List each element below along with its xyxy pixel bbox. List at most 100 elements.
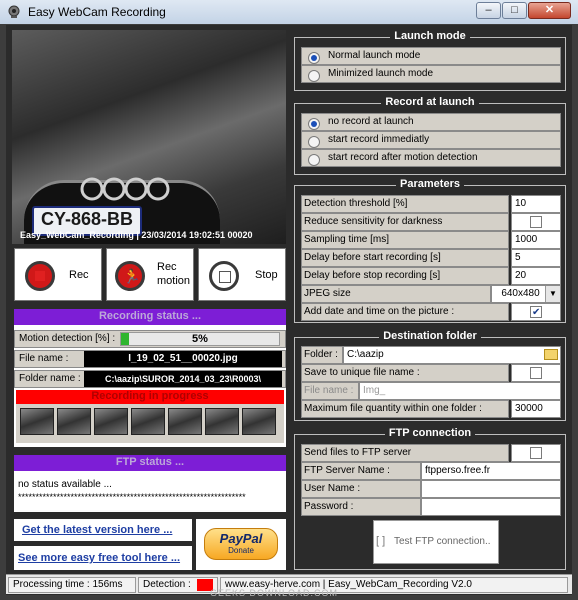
delay-start-row: Delay before start recording [s] bbox=[301, 249, 509, 267]
radio-icon[interactable] bbox=[308, 136, 320, 148]
ftp-server-row: FTP Server Name : bbox=[301, 462, 421, 480]
recording-status-header: Recording status ... bbox=[14, 309, 286, 325]
motion-record-icon: 🏃 bbox=[115, 261, 145, 291]
ftp-password-input[interactable] bbox=[421, 498, 561, 516]
reduce-sensitivity-checkbox[interactable] bbox=[530, 216, 542, 228]
jpeg-size-label: JPEG size bbox=[304, 288, 351, 299]
svg-text:🏃: 🏃 bbox=[123, 268, 140, 285]
radio-icon[interactable] bbox=[308, 154, 320, 166]
record-option-immediately-label: start record immediatly bbox=[328, 134, 430, 145]
app-window: Easy WebCam Recording – □ ✕ CY-868-BB Ea… bbox=[0, 0, 578, 600]
close-button[interactable]: ✕ bbox=[528, 2, 571, 19]
ftp-connection-group: FTP connection Send files to FTP server … bbox=[294, 427, 566, 570]
max-quantity-label: Maximum file quantity within one folder … bbox=[304, 403, 482, 414]
test-ftp-button[interactable]: [ ] Test FTP connection.. bbox=[373, 520, 499, 564]
record-option-motion[interactable]: start record after motion detection bbox=[301, 149, 561, 167]
title-bar: Easy WebCam Recording – □ ✕ bbox=[0, 0, 578, 24]
ftp-status-header: FTP status ... bbox=[14, 455, 286, 471]
latest-version-box: Get the latest version here ... bbox=[14, 519, 192, 541]
unique-name-cell bbox=[511, 364, 561, 382]
send-ftp-checkbox[interactable] bbox=[530, 447, 542, 459]
jpeg-size-select[interactable]: 640x480 ▼ bbox=[491, 285, 561, 303]
detection-threshold-row: Detection threshold [%] bbox=[301, 195, 509, 213]
ftp-server-input[interactable]: ftpperso.free.fr bbox=[421, 462, 561, 480]
destination-folder-group: Destination folder Folder : C:\aazip Sav… bbox=[294, 330, 566, 421]
rec-motion-button[interactable]: 🏃 Rec motion bbox=[106, 248, 194, 301]
filename-row: File name : bbox=[301, 382, 359, 400]
filename-input[interactable]: Img_ bbox=[359, 382, 561, 400]
add-datetime-checkbox[interactable] bbox=[530, 305, 542, 320]
paypal-donate-button[interactable]: PayPal Donate bbox=[204, 528, 278, 560]
thumbnail bbox=[20, 408, 54, 435]
send-ftp-row: Send files to FTP server bbox=[301, 444, 509, 462]
camera-overlay-text: Easy_WebCam_Recording | 23/03/2014 19:02… bbox=[20, 230, 253, 240]
launch-option-normal[interactable]: Normal launch mode bbox=[301, 47, 561, 65]
sampling-time-label: Sampling time [ms] bbox=[304, 234, 390, 245]
launch-option-minimized[interactable]: Minimized launch mode bbox=[301, 65, 561, 83]
watermark: GEEKS DOWNLOAD.COM bbox=[210, 588, 339, 598]
rec-label: Rec bbox=[69, 269, 89, 281]
unique-name-row: Save to unique file name : bbox=[301, 364, 509, 382]
launch-option-normal-label: Normal launch mode bbox=[328, 50, 421, 61]
folder-input[interactable]: C:\aazip bbox=[343, 346, 561, 364]
detection-threshold-label: Detection threshold [%] bbox=[304, 198, 408, 209]
radio-icon[interactable] bbox=[308, 118, 320, 130]
thumbnail bbox=[57, 408, 91, 435]
add-datetime-cell bbox=[511, 303, 561, 321]
jpeg-size-row: JPEG size bbox=[301, 285, 491, 303]
ftp-password-label: Password : bbox=[304, 501, 354, 512]
reduce-sensitivity-label: Reduce sensitivity for darkness bbox=[304, 216, 443, 227]
sampling-time-row: Sampling time [ms] bbox=[301, 231, 509, 249]
minimize-button[interactable]: – bbox=[476, 2, 501, 19]
ftp-user-input[interactable] bbox=[421, 480, 561, 498]
delay-stop-row: Delay before stop recording [s] bbox=[301, 267, 509, 285]
unique-name-checkbox[interactable] bbox=[530, 367, 542, 379]
ftp-user-label: User Name : bbox=[304, 483, 361, 494]
record-option-immediately[interactable]: start record immediatly bbox=[301, 131, 561, 149]
max-quantity-input[interactable]: 30000 bbox=[511, 400, 561, 418]
radio-icon[interactable] bbox=[308, 70, 320, 82]
launch-mode-title: Launch mode bbox=[390, 30, 470, 42]
detection-indicator: Detection : bbox=[138, 577, 218, 593]
stop-button[interactable]: Stop bbox=[198, 248, 286, 301]
detection-threshold-input[interactable]: 10 bbox=[511, 195, 561, 213]
record-option-none[interactable]: no record at launch bbox=[301, 113, 561, 131]
sampling-time-input[interactable]: 1000 bbox=[511, 231, 561, 249]
maximize-button[interactable]: □ bbox=[502, 2, 527, 19]
motion-value: 5% bbox=[192, 333, 208, 345]
file-label: File name : bbox=[19, 353, 69, 364]
paypal-brand: PayPal bbox=[219, 531, 263, 546]
record-at-launch-group: Record at launch no record at launch sta… bbox=[294, 96, 566, 175]
folder-label: Folder : bbox=[304, 349, 338, 360]
rec-button[interactable]: Rec bbox=[14, 248, 102, 301]
folder-value: C:\aazip\SUROR_2014_03_23\R0003\ bbox=[84, 371, 282, 387]
thumbnail-strip: Recording in progress bbox=[16, 390, 284, 443]
ftp-status-text: no status available ... bbox=[18, 479, 112, 490]
thumbnails bbox=[20, 408, 280, 436]
delay-stop-input[interactable]: 20 bbox=[511, 267, 561, 285]
thumbnail bbox=[168, 408, 202, 435]
motion-progress-bar: 5% bbox=[120, 332, 280, 346]
motion-label: Motion detection [%] : bbox=[19, 333, 116, 344]
recording-status-panel: Recording status ... Motion detection [%… bbox=[14, 309, 286, 447]
radio-icon[interactable] bbox=[308, 52, 320, 64]
destination-title: Destination folder bbox=[379, 330, 481, 342]
latest-version-link[interactable]: Get the latest version here ... bbox=[22, 524, 172, 536]
audi-rings-logo bbox=[80, 177, 170, 201]
chevron-down-icon[interactable]: ▼ bbox=[545, 286, 560, 302]
thumbnail bbox=[242, 408, 276, 435]
rec-motion-label-2: motion bbox=[157, 275, 191, 287]
record-at-launch-title: Record at launch bbox=[381, 96, 479, 108]
thumbnail bbox=[205, 408, 239, 435]
add-datetime-row: Add date and time on the picture : bbox=[301, 303, 509, 321]
send-ftp-label: Send files to FTP server bbox=[304, 447, 412, 458]
launch-mode-group: Launch mode Normal launch mode Minimized… bbox=[294, 30, 566, 91]
ftp-user-row: User Name : bbox=[301, 480, 421, 498]
folder-icon[interactable] bbox=[544, 349, 558, 360]
record-option-none-label: no record at launch bbox=[328, 116, 414, 127]
add-datetime-label: Add date and time on the picture : bbox=[304, 306, 455, 317]
delay-start-input[interactable]: 5 bbox=[511, 249, 561, 267]
ftp-status-panel: FTP status ... no status available ... *… bbox=[14, 455, 286, 512]
more-tools-link[interactable]: See more easy free tool here ... bbox=[18, 552, 180, 564]
folder-row: Folder : bbox=[301, 346, 343, 364]
